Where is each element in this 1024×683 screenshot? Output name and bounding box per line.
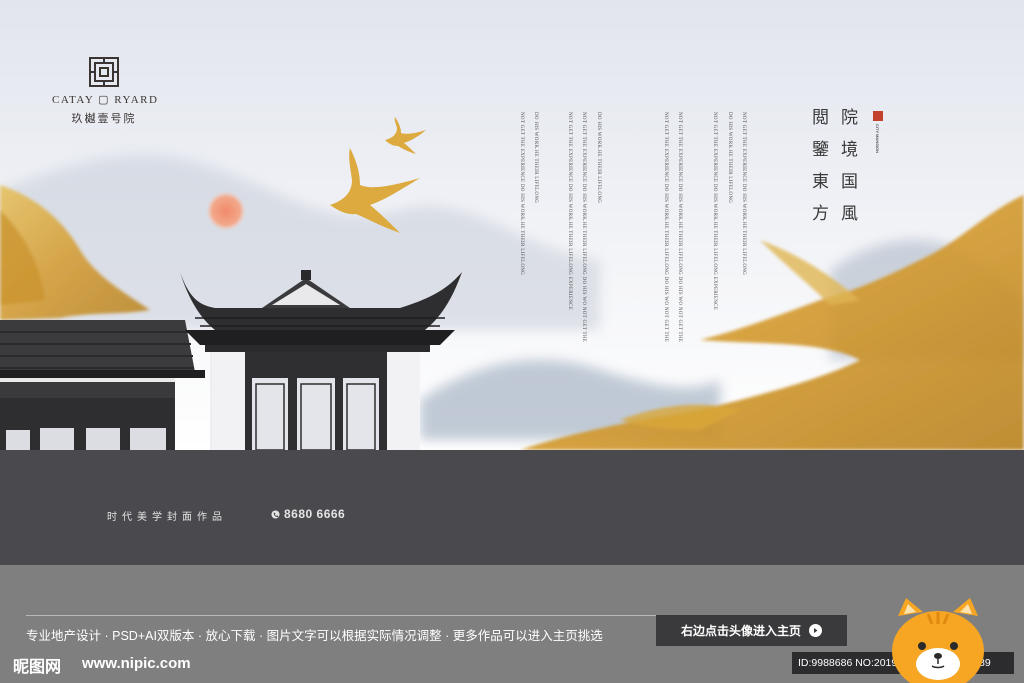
enter-homepage-label: 右边点击头像进入主页 xyxy=(680,624,801,638)
cat-avatar-icon[interactable] xyxy=(888,596,988,683)
red-seal-icon xyxy=(873,111,883,121)
english-column-10: NOT GET THE EXPERIENCE DO HIS WORK.HE TH… xyxy=(741,112,746,276)
sun-icon xyxy=(206,191,246,231)
english-column-3: NOT GET THE EXPERIENCE DO HIS WORK.HE TH… xyxy=(567,112,572,311)
lattice-logo-icon xyxy=(89,57,119,87)
headline-column-2: 閲鑒東方 xyxy=(808,108,828,236)
english-column-5: DO HIS WORK.HE THEIR LIFELONG xyxy=(596,112,601,204)
swallow-icon xyxy=(385,117,426,154)
brand-logo[interactable]: CATAY ▢ RYARD 玖樾壹号院 xyxy=(52,57,159,126)
footer-info-text: 专业地产设计 · PSD+AI双版本 · 放心下载 · 图片文字可以根据实际情况… xyxy=(26,629,603,643)
watermark-logo: 昵图网 xyxy=(13,657,62,676)
enter-homepage-button[interactable]: 右边点击头像进入主页 xyxy=(656,615,847,646)
phone-icon xyxy=(271,510,280,519)
watermark-site[interactable]: www.nipic.com xyxy=(82,655,191,672)
hero-poster: CATAY ▢ RYARD 玖樾壹号院 NOT GET THE EXPERIEN… xyxy=(0,0,1024,450)
brand-name-cn: 玖樾壹号院 xyxy=(71,112,137,125)
phone-number: 8680 6666 xyxy=(284,507,346,521)
footer-divider xyxy=(26,615,656,616)
english-column-9: DO HIS WORK.HE THEIR LIFELONG xyxy=(727,112,732,204)
english-column-4: NOT GET THE EXPERIENCE DO HIS WORK.HE TH… xyxy=(581,112,586,343)
building-left xyxy=(0,320,205,450)
english-column-6: NOT GET THE EXPERIENCE DO HIS WORK.HE TH… xyxy=(663,112,668,343)
brand-name-en: CATAY ▢ RYARD xyxy=(52,94,159,106)
slogan-text: 时代美学封面作品 xyxy=(107,512,227,523)
english-column-1: NOT GET THE EXPERIENCE DO HIS WORK.HE TH… xyxy=(519,112,524,276)
arrow-right-icon xyxy=(809,624,822,637)
english-column-8: NOT GET THE EXPERIENCE DO HIS WORK.HE TH… xyxy=(712,112,717,311)
seal-caption: CITY MANSION xyxy=(875,124,880,154)
english-column-2: DO HIS WORK.HE THEIR LIFELONG xyxy=(533,112,538,204)
headline-column-1: 院境国風 xyxy=(837,108,857,236)
english-column-7: NOT GET THE EXPERIENCE DO HIS WORK.HE TH… xyxy=(677,112,682,343)
